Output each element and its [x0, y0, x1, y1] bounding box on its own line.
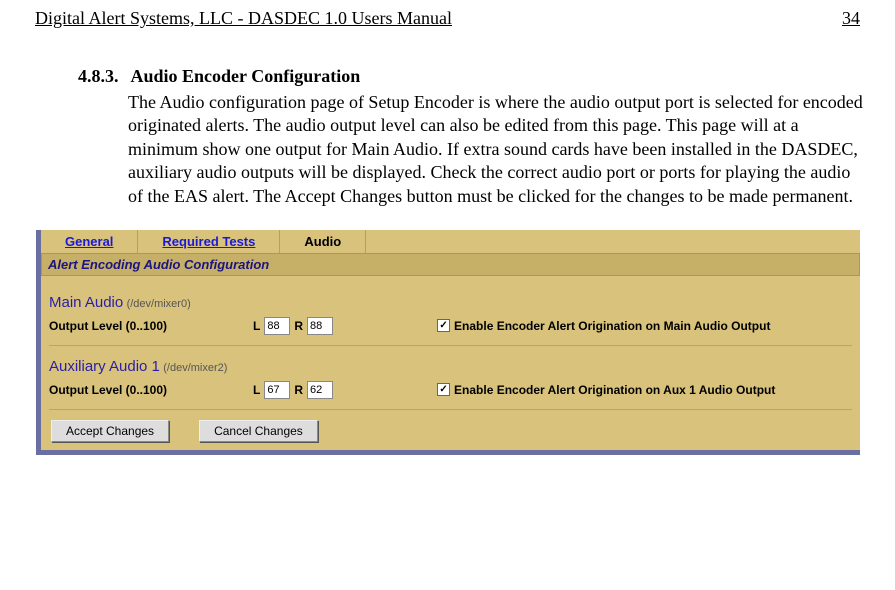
tab-general[interactable]: General: [41, 230, 138, 253]
embedded-screenshot: General Required Tests Audio Alert Encod…: [36, 230, 860, 455]
left-label: L: [253, 383, 260, 397]
main-right-level-input[interactable]: [307, 317, 333, 335]
section-number: 4.8.3.: [78, 66, 119, 87]
section-title: Audio Encoder Configuration: [131, 66, 361, 86]
cancel-changes-button[interactable]: Cancel Changes: [199, 420, 318, 442]
accept-changes-button[interactable]: Accept Changes: [51, 420, 169, 442]
main-audio-title: Main Audio: [49, 294, 123, 311]
page-number: 34: [842, 8, 860, 29]
main-output-level-label: Output Level (0..100): [49, 319, 249, 333]
main-enable-label: Enable Encoder Alert Origination on Main…: [454, 319, 770, 333]
aux-audio-device: (/dev/mixer2): [163, 362, 227, 374]
panel-title: Alert Encoding Audio Configuration: [41, 253, 860, 276]
aux-output-level-label: Output Level (0..100): [49, 383, 249, 397]
tab-bar: General Required Tests Audio: [41, 230, 860, 253]
separator: [49, 409, 852, 410]
aux-right-level-input[interactable]: [307, 381, 333, 399]
left-label: L: [253, 319, 260, 333]
main-audio-device: (/dev/mixer0): [127, 298, 191, 310]
tab-required-tests[interactable]: Required Tests: [138, 230, 280, 253]
section-heading: 4.8.3. Audio Encoder Configuration: [0, 31, 895, 91]
separator: [49, 345, 852, 346]
aux-audio-block: Auxiliary Audio 1 (/dev/mixer2) Output L…: [49, 358, 852, 399]
aux-enable-label: Enable Encoder Alert Origination on Aux …: [454, 383, 775, 397]
right-label: R: [294, 319, 303, 333]
section-body: The Audio configuration page of Setup En…: [0, 91, 895, 208]
aux-left-level-input[interactable]: [264, 381, 290, 399]
tab-audio[interactable]: Audio: [280, 230, 366, 253]
main-enable-checkbox[interactable]: ✓: [437, 319, 450, 332]
right-label: R: [294, 383, 303, 397]
aux-audio-title: Auxiliary Audio 1: [49, 358, 160, 375]
aux-enable-checkbox[interactable]: ✓: [437, 383, 450, 396]
doc-title: Digital Alert Systems, LLC - DASDEC 1.0 …: [35, 8, 452, 29]
main-left-level-input[interactable]: [264, 317, 290, 335]
main-audio-block: Main Audio (/dev/mixer0) Output Level (0…: [49, 294, 852, 335]
